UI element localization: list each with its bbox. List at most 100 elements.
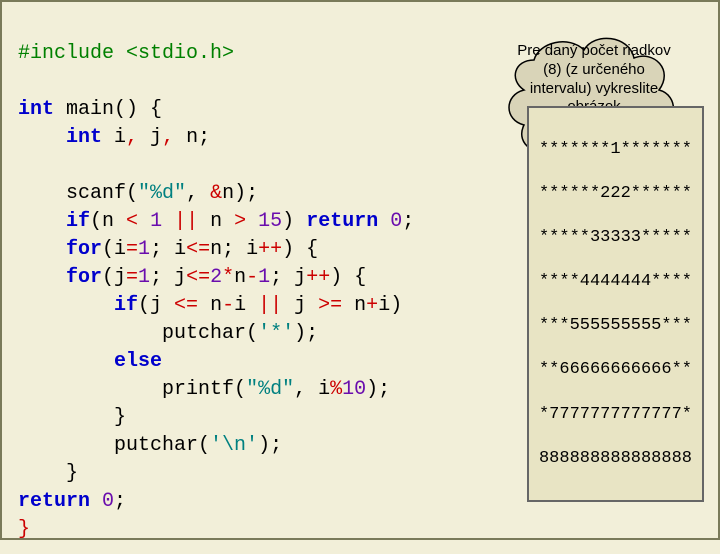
num: 2 — [210, 266, 222, 289]
paren: ) — [282, 210, 306, 233]
op-or: || — [258, 294, 282, 317]
var: n — [222, 182, 234, 205]
num: 1 — [258, 266, 270, 289]
var: i — [102, 126, 126, 149]
output-line: **66666666666** — [539, 359, 692, 381]
num: 0 — [102, 490, 114, 513]
paren: ); — [294, 322, 318, 345]
paren: ( — [246, 322, 258, 345]
semi: ; — [114, 490, 126, 513]
var: n — [174, 126, 198, 149]
comma: , — [126, 126, 138, 149]
brace: () { — [114, 98, 162, 121]
semi: ; — [402, 210, 414, 233]
output-line: 888888888888888 — [539, 448, 692, 470]
op: < — [126, 210, 138, 233]
kw-return: return — [306, 210, 378, 233]
op: <= — [174, 294, 198, 317]
paren: ); — [258, 434, 282, 457]
op: - — [222, 294, 234, 317]
comma: , — [162, 126, 174, 149]
sp — [246, 210, 258, 233]
paren: ); — [234, 182, 258, 205]
output-line: *7777777777777* — [539, 404, 692, 426]
brace: } — [18, 518, 30, 541]
op-or: || — [174, 210, 198, 233]
paren: ( — [126, 182, 138, 205]
expr: ; j — [270, 266, 306, 289]
op: - — [246, 266, 258, 289]
brace: ) { — [282, 238, 318, 261]
fn-name: main — [54, 98, 114, 121]
string: "%d" — [138, 182, 186, 205]
sp — [162, 210, 174, 233]
op: <= — [186, 238, 210, 261]
op: = — [126, 238, 138, 261]
comma: , — [186, 182, 210, 205]
kw-int: int — [18, 126, 102, 149]
amp: & — [210, 182, 222, 205]
expr: n — [198, 294, 222, 317]
kw-if: if — [18, 210, 90, 233]
expr: i) — [378, 294, 402, 317]
op: % — [330, 378, 342, 401]
op: + — [366, 294, 378, 317]
op: >= — [318, 294, 342, 317]
semi: ; — [198, 126, 210, 149]
kw-else: else — [18, 350, 162, 373]
preproc: #include — [18, 42, 126, 65]
num: 1 — [138, 238, 150, 261]
expr: n; i — [210, 238, 258, 261]
brace: } — [18, 462, 78, 485]
expr: j — [282, 294, 318, 317]
char: '\n' — [210, 434, 258, 457]
paren: ); — [366, 378, 390, 401]
expr: ; j — [150, 266, 186, 289]
sp — [138, 210, 150, 233]
expr: ; i — [150, 238, 186, 261]
num: 0 — [390, 210, 402, 233]
string: "%d" — [246, 378, 294, 401]
output-line: *******1******* — [539, 139, 692, 161]
expr: (i — [102, 238, 126, 261]
kw-return: return — [18, 490, 90, 513]
paren: ( — [198, 434, 210, 457]
op: = — [126, 266, 138, 289]
expr: n — [198, 210, 234, 233]
fn-putchar: putchar — [18, 322, 246, 345]
char: '*' — [258, 322, 294, 345]
kw-for: for — [18, 266, 102, 289]
fn-putchar: putchar — [18, 434, 198, 457]
op: * — [222, 266, 234, 289]
paren: ( — [234, 378, 246, 401]
var: j — [138, 126, 162, 149]
num: 15 — [258, 210, 282, 233]
num: 1 — [150, 210, 162, 233]
kw-if: if — [18, 294, 138, 317]
include-file: <stdio.h> — [126, 42, 234, 65]
op: ++ — [258, 238, 282, 261]
expr: n — [342, 294, 366, 317]
expr: (j — [138, 294, 174, 317]
expr: , i — [294, 378, 330, 401]
kw-for: for — [18, 238, 102, 261]
op: <= — [186, 266, 210, 289]
brace: } — [18, 406, 126, 429]
output-line: ***555555555*** — [539, 315, 692, 337]
output-line: ****4444444**** — [539, 271, 692, 293]
sp — [378, 210, 390, 233]
sp — [90, 490, 102, 513]
output-line: *****33333***** — [539, 227, 692, 249]
expr: (n — [90, 210, 126, 233]
fn-printf: printf — [18, 378, 234, 401]
num: 10 — [342, 378, 366, 401]
brace: ) { — [330, 266, 366, 289]
expr: i — [234, 294, 258, 317]
output-box: *******1******* ******222****** *****333… — [527, 106, 704, 502]
fn-scanf: scanf — [18, 182, 126, 205]
op: > — [234, 210, 246, 233]
output-line: ******222****** — [539, 183, 692, 205]
num: 1 — [138, 266, 150, 289]
op: ++ — [306, 266, 330, 289]
var: n — [234, 266, 246, 289]
